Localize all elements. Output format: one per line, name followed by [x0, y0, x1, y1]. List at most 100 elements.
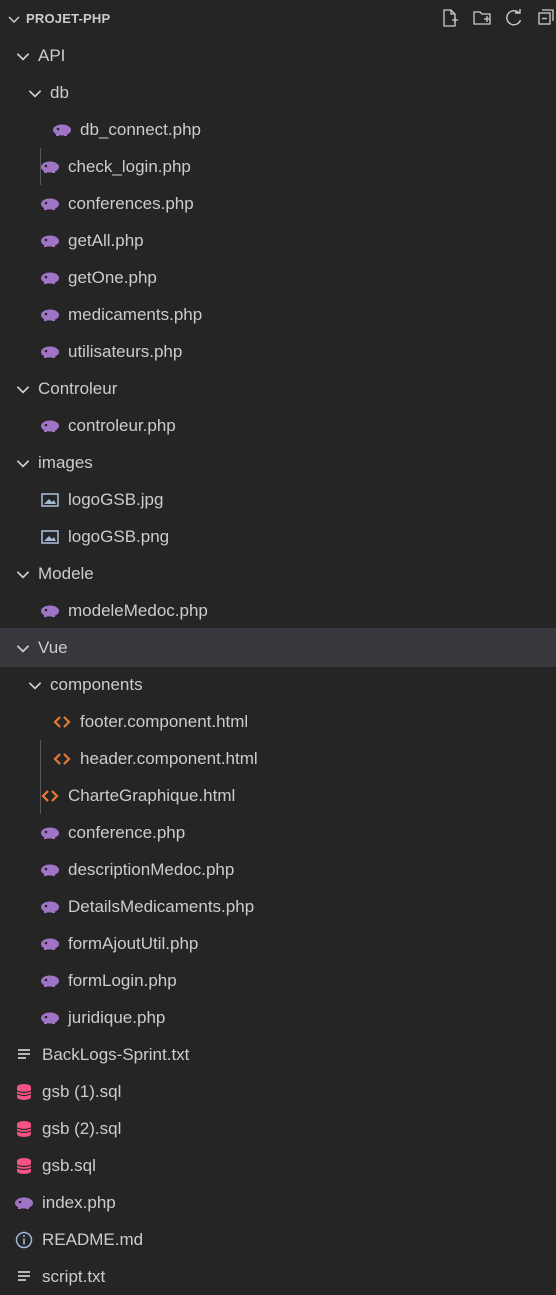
file-label: juridique.php: [68, 1007, 166, 1027]
folder-row[interactable]: Modele: [0, 555, 556, 592]
file-row[interactable]: medicaments.php: [0, 296, 556, 333]
file-row[interactable]: script.txt: [0, 1258, 556, 1295]
folder-row[interactable]: components: [0, 666, 556, 703]
chevron-down-icon[interactable]: [14, 454, 32, 472]
file-row[interactable]: gsb (1).sql: [0, 1073, 556, 1110]
file-row[interactable]: formLogin.php: [0, 962, 556, 999]
file-row[interactable]: descriptionMedoc.php: [0, 851, 556, 888]
html-file-icon: [52, 712, 72, 732]
text-file-icon: [14, 1267, 34, 1287]
file-label: getAll.php: [68, 230, 144, 250]
file-label: descriptionMedoc.php: [68, 859, 235, 879]
new-file-icon[interactable]: [440, 8, 460, 28]
file-label: DetailsMedicaments.php: [68, 896, 255, 916]
image-file-icon: [40, 490, 60, 510]
folder-row[interactable]: images: [0, 444, 556, 481]
database-icon: [14, 1082, 34, 1102]
file-label: gsb (1).sql: [42, 1081, 122, 1101]
file-row[interactable]: gsb (2).sql: [0, 1110, 556, 1147]
file-label: footer.component.html: [80, 711, 249, 731]
file-label: formLogin.php: [68, 970, 177, 990]
file-label: index.php: [42, 1192, 116, 1212]
file-row[interactable]: CharteGraphique.html: [0, 777, 556, 814]
collapse-all-icon[interactable]: [536, 8, 556, 28]
php-file-icon: [40, 342, 60, 362]
folder-label: Controleur: [38, 378, 118, 398]
file-row[interactable]: check_login.php: [0, 148, 556, 185]
file-row[interactable]: README.md: [0, 1221, 556, 1258]
folder-label: components: [50, 674, 143, 694]
file-row[interactable]: getOne.php: [0, 259, 556, 296]
file-label: BackLogs-Sprint.txt: [42, 1044, 190, 1064]
folder-row[interactable]: Controleur: [0, 370, 556, 407]
chevron-down-icon[interactable]: [26, 84, 44, 102]
file-row[interactable]: footer.component.html: [0, 703, 556, 740]
file-label: formAjoutUtil.php: [68, 933, 199, 953]
explorer-title: PROJET-PHP: [26, 11, 111, 26]
file-row[interactable]: db_connect.php: [0, 111, 556, 148]
explorer-actions: [440, 8, 556, 28]
file-label: gsb (2).sql: [42, 1118, 122, 1138]
file-row[interactable]: logoGSB.jpg: [0, 481, 556, 518]
php-file-icon: [40, 897, 60, 917]
file-tree: API db db_connect.php check_login.phpconfer…: [0, 37, 556, 1295]
file-label: logoGSB.jpg: [68, 489, 164, 509]
php-file-icon: [40, 1008, 60, 1028]
file-row[interactable]: formAjoutUtil.php: [0, 925, 556, 962]
file-label: medicaments.php: [68, 304, 203, 324]
refresh-icon[interactable]: [504, 8, 524, 28]
image-file-icon: [40, 527, 60, 547]
info-icon: [14, 1230, 34, 1250]
chevron-down-icon[interactable]: [14, 47, 32, 65]
html-file-icon: [52, 749, 72, 769]
html-file-icon: [40, 786, 60, 806]
php-file-icon: [40, 860, 60, 880]
chevron-down-icon[interactable]: [26, 676, 44, 694]
file-row[interactable]: conferences.php: [0, 185, 556, 222]
file-label: db_connect.php: [80, 119, 201, 139]
file-row[interactable]: DetailsMedicaments.php: [0, 888, 556, 925]
php-file-icon: [40, 268, 60, 288]
file-row[interactable]: juridique.php: [0, 999, 556, 1036]
file-row[interactable]: header.component.html: [0, 740, 556, 777]
explorer-header[interactable]: PROJET-PHP: [0, 0, 556, 37]
file-row[interactable]: conference.php: [0, 814, 556, 851]
file-label: script.txt: [42, 1266, 106, 1286]
chevron-down-icon[interactable]: [14, 639, 32, 657]
php-file-icon: [40, 305, 60, 325]
text-file-icon: [14, 1045, 34, 1065]
folder-row[interactable]: API: [0, 37, 556, 74]
new-folder-icon[interactable]: [472, 8, 492, 28]
file-label: conference.php: [68, 822, 186, 842]
folder-label: db: [50, 82, 69, 102]
php-file-icon: [40, 823, 60, 843]
folder-label: images: [38, 452, 93, 472]
file-label: CharteGraphique.html: [68, 785, 236, 805]
file-row[interactable]: utilisateurs.php: [0, 333, 556, 370]
folder-row[interactable]: Vue: [0, 628, 556, 667]
file-row[interactable]: gsb.sql: [0, 1147, 556, 1184]
file-row[interactable]: index.php: [0, 1184, 556, 1221]
file-label: getOne.php: [68, 267, 157, 287]
chevron-down-icon[interactable]: [6, 11, 22, 27]
file-label: gsb.sql: [42, 1155, 96, 1175]
php-file-icon: [14, 1193, 34, 1213]
file-label: check_login.php: [68, 156, 191, 176]
php-file-icon: [40, 416, 60, 436]
php-file-icon: [40, 971, 60, 991]
file-row[interactable]: controleur.php: [0, 407, 556, 444]
file-row[interactable]: modeleMedoc.php: [0, 592, 556, 629]
file-row[interactable]: logoGSB.png: [0, 518, 556, 555]
file-label: modeleMedoc.php: [68, 600, 208, 620]
php-file-icon: [40, 231, 60, 251]
file-label: utilisateurs.php: [68, 341, 183, 361]
file-row[interactable]: BackLogs-Sprint.txt: [0, 1036, 556, 1073]
folder-row[interactable]: db: [0, 74, 556, 111]
chevron-down-icon[interactable]: [14, 565, 32, 583]
folder-label: Vue: [38, 637, 68, 657]
chevron-down-icon[interactable]: [14, 380, 32, 398]
folder-label: API: [38, 45, 66, 65]
php-file-icon: [40, 194, 60, 214]
folder-label: Modele: [38, 563, 94, 583]
file-row[interactable]: getAll.php: [0, 222, 556, 259]
